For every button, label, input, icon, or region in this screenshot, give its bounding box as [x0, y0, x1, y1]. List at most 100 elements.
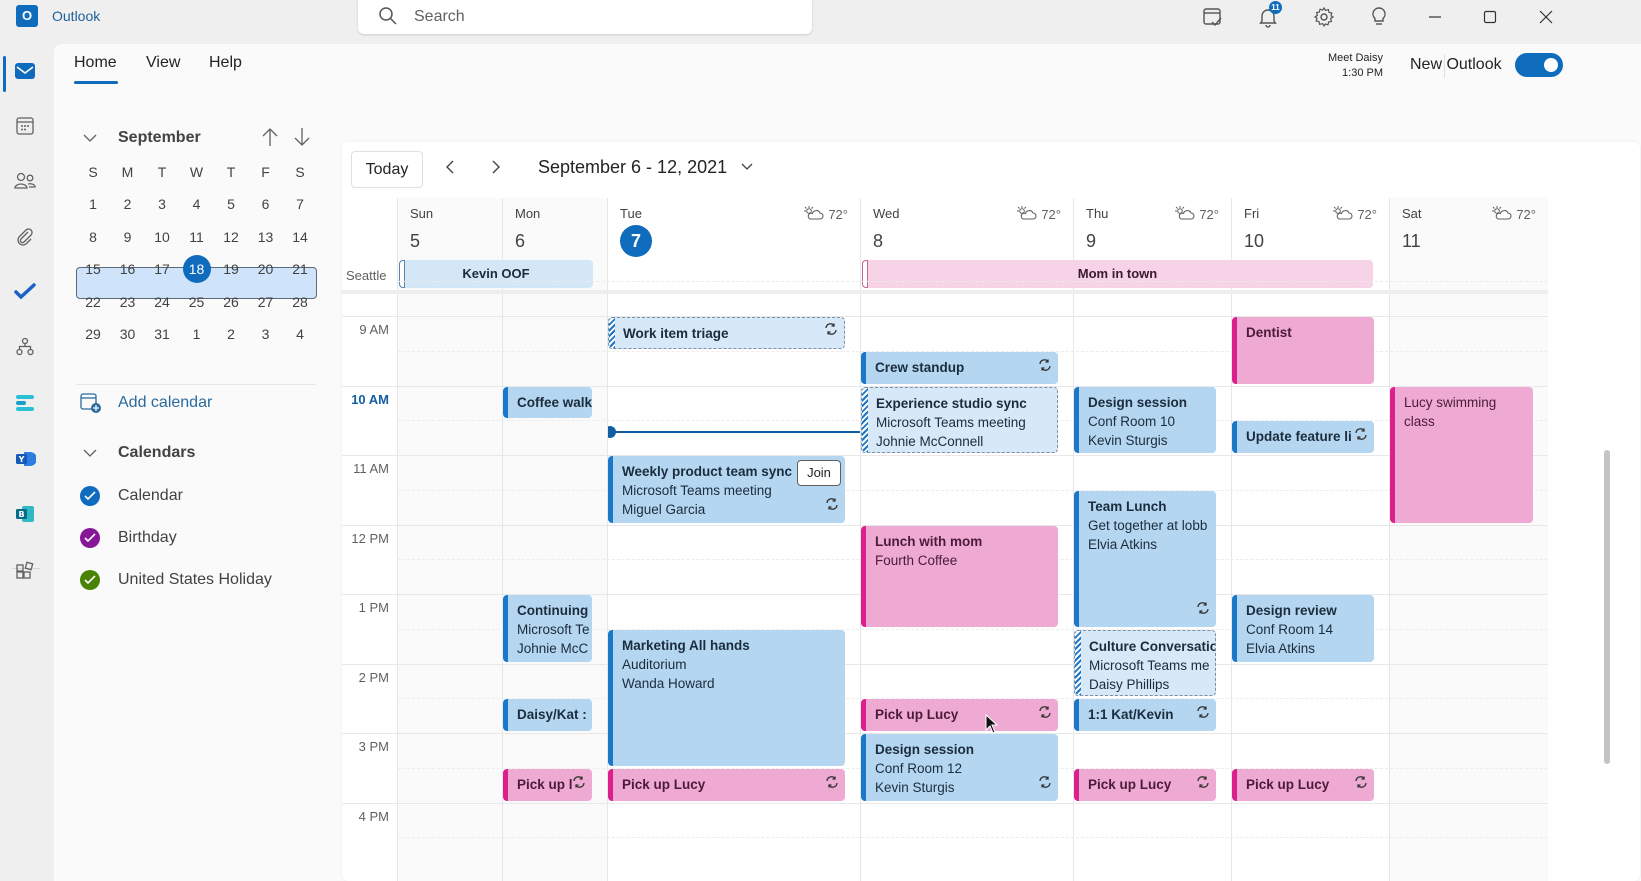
mini-calendar-week[interactable]: 8 9 10 11 12 13 14: [76, 221, 321, 253]
mini-calendar-day[interactable]: 13: [249, 221, 283, 253]
mini-calendar-day[interactable]: 28: [283, 286, 317, 318]
calendar-event[interactable]: 1:1 Kat/Kevin: [1074, 699, 1216, 731]
checkbox-checked-icon[interactable]: [80, 486, 100, 506]
rail-yammer[interactable]: Y: [10, 446, 40, 476]
checkbox-checked-icon[interactable]: [80, 528, 100, 548]
mini-calendar-day[interactable]: 1: [180, 318, 214, 350]
calendar-event[interactable]: Lunch with mom Fourth Coffee: [861, 525, 1058, 627]
calendar-event[interactable]: Continuing Microsoft Te Johnie McC: [503, 595, 592, 662]
mini-calendar-day[interactable]: 5: [214, 188, 248, 220]
calendar-event[interactable]: Dentist: [1232, 317, 1374, 384]
mini-calendar-day[interactable]: 6: [249, 188, 283, 220]
calendar-event[interactable]: Work item triage: [608, 317, 845, 349]
mini-calendar-day[interactable]: 25: [180, 286, 214, 318]
search-box[interactable]: [358, 0, 812, 34]
mini-calendar-day[interactable]: 17: [145, 253, 179, 285]
calendar-event[interactable]: Lucy swimming class: [1390, 386, 1533, 523]
tab-home[interactable]: Home: [74, 54, 117, 72]
mini-calendar-day[interactable]: 29: [76, 318, 110, 350]
mini-calendar-day[interactable]: 3: [145, 188, 179, 220]
mini-calendar-day[interactable]: 20: [249, 253, 283, 285]
mini-calendar-day[interactable]: 22: [76, 286, 110, 318]
date-range-picker[interactable]: September 6 - 12, 2021: [538, 157, 727, 178]
calendar-event[interactable]: Design review Conf Room 14 Elvia Atkins: [1232, 595, 1374, 662]
mini-calendar-day[interactable]: 2: [111, 188, 145, 220]
day-header[interactable]: Tue 7 72°: [607, 198, 860, 290]
mini-calendar-day[interactable]: 4: [283, 318, 317, 350]
rail-viva[interactable]: [10, 390, 40, 420]
mini-calendar-day[interactable]: 18: [180, 253, 214, 285]
calendar-event[interactable]: Pick up Lucy: [1074, 768, 1216, 801]
calendar-event[interactable]: Experience studio sync Microsoft Teams me…: [861, 386, 1058, 453]
mini-calendar-day[interactable]: 30: [111, 318, 145, 350]
calendar-event[interactable]: Design session Conf Room 12 Kevin Sturgis: [861, 734, 1058, 801]
calendar-event[interactable]: Pick up l: [503, 768, 592, 801]
tab-view[interactable]: View: [146, 54, 180, 72]
today-button[interactable]: Today: [351, 151, 423, 188]
maximize-icon[interactable]: [1475, 4, 1505, 30]
day-column[interactable]: [397, 198, 502, 881]
mini-calendar-week[interactable]: 15 16 17 18 19 20 21: [76, 253, 321, 285]
rail-bookings[interactable]: B: [10, 501, 40, 531]
rail-org-explorer[interactable]: [10, 334, 40, 364]
mini-calendar-day[interactable]: 11: [180, 221, 214, 253]
mini-calendar-day[interactable]: 26: [214, 286, 248, 318]
rail-people[interactable]: [10, 168, 40, 198]
calendar-event[interactable]: Update feature li: [1232, 421, 1374, 453]
all-day-event[interactable]: Mom in town: [862, 260, 1373, 288]
calendar-event[interactable]: Crew standup: [861, 351, 1058, 384]
calendar-event[interactable]: Culture Conversatio Microsoft Teams me Dai…: [1074, 629, 1216, 697]
mini-calendar-day[interactable]: 21: [283, 253, 317, 285]
collapse-chevron-icon[interactable]: [82, 130, 98, 151]
previous-month-arrow-icon[interactable]: [260, 126, 280, 153]
join-meeting-button[interactable]: Join: [797, 460, 841, 486]
mini-calendar-day[interactable]: 1: [76, 188, 110, 220]
new-outlook-toggle[interactable]: [1515, 53, 1563, 77]
close-icon[interactable]: [1531, 4, 1561, 30]
next-month-arrow-icon[interactable]: [292, 126, 312, 153]
mini-calendar-day[interactable]: 3: [249, 318, 283, 350]
mini-calendar-week[interactable]: 1234567: [76, 188, 321, 220]
mini-calendar-day[interactable]: 16: [111, 253, 145, 285]
gear-icon[interactable]: [1309, 4, 1339, 30]
mini-calendar-day[interactable]: 19: [214, 253, 248, 285]
calendar-event[interactable]: Marketing All hands Auditorium Wanda Howar…: [608, 629, 845, 766]
calendar-event[interactable]: Weekly product team sync Microsoft Teams …: [608, 456, 845, 523]
calendar-event[interactable]: Coffee walk: [503, 386, 592, 419]
minimize-icon[interactable]: [1420, 4, 1450, 30]
mini-calendar-day[interactable]: 14: [283, 221, 317, 253]
calendars-section-header[interactable]: Calendars: [80, 442, 300, 464]
calendar-event[interactable]: Pick up Lucy: [1232, 768, 1374, 801]
all-day-event[interactable]: Kevin OOF: [399, 260, 593, 288]
rail-files[interactable]: [10, 224, 40, 254]
calendar-event[interactable]: Design session Conf Room 10 Kevin Sturgis: [1074, 386, 1216, 453]
day-header[interactable]: Sat 11 72°: [1389, 198, 1548, 290]
mini-calendar-day[interactable]: 7: [283, 188, 317, 220]
search-input[interactable]: [414, 4, 794, 30]
mini-calendar-day[interactable]: 27: [249, 286, 283, 318]
mini-calendar-week[interactable]: 29 30 31 1 2 3 4: [76, 318, 321, 350]
lightbulb-icon[interactable]: [1364, 4, 1394, 30]
mini-calendar-day[interactable]: 24: [145, 286, 179, 318]
mini-calendar-day[interactable]: 8: [76, 221, 110, 253]
mini-calendar-day[interactable]: 12: [214, 221, 248, 253]
mini-calendar-day[interactable]: 31: [145, 318, 179, 350]
bell-icon[interactable]: 11: [1253, 1, 1283, 30]
mini-calendar-day[interactable]: 4: [180, 188, 214, 220]
chevron-down-icon[interactable]: [740, 160, 754, 178]
my-day-icon[interactable]: [1198, 4, 1228, 30]
upcoming-reminder[interactable]: Meet Daisy 1:30 PM: [1328, 51, 1383, 81]
rail-more-apps[interactable]: [10, 558, 40, 588]
tab-help[interactable]: Help: [209, 54, 242, 72]
mini-calendar-day[interactable]: 10: [145, 221, 179, 253]
calendar-event[interactable]: Pick up Lucy: [608, 768, 845, 801]
calendar-event[interactable]: Team Lunch Get together at lobb Elvia Atki…: [1074, 490, 1216, 627]
calendar-event[interactable]: Daisy/Kat :: [503, 699, 592, 731]
previous-week-button[interactable]: [439, 158, 461, 180]
calendar-event[interactable]: Pick up Lucy: [861, 699, 1058, 731]
mini-calendar-day[interactable]: 23: [111, 286, 145, 318]
rail-calendar[interactable]: [10, 113, 40, 143]
checkbox-checked-icon[interactable]: [80, 570, 100, 590]
rail-mail[interactable]: [10, 58, 40, 88]
calendar-list-item[interactable]: Birthday: [80, 526, 320, 550]
